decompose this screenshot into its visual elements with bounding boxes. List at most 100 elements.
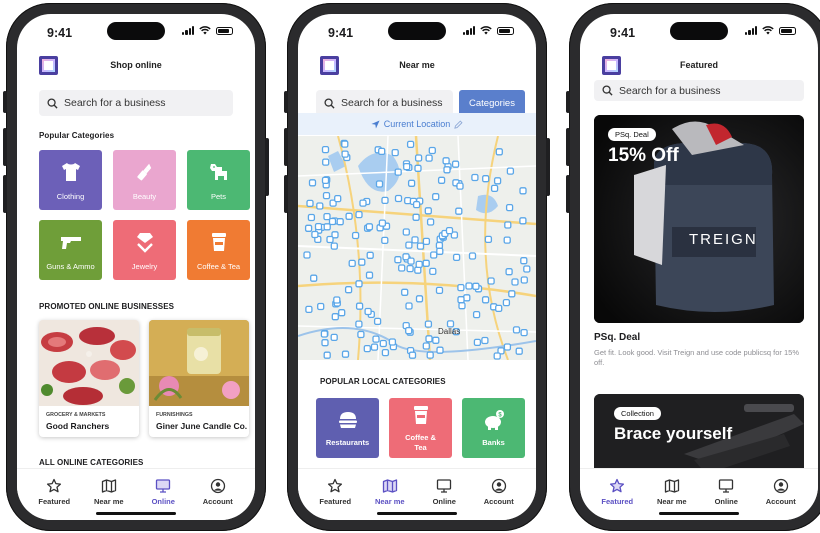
map-pin[interactable] — [414, 154, 423, 162]
map-pin[interactable] — [422, 237, 431, 246]
map-pin[interactable] — [355, 210, 363, 219]
map-pin[interactable] — [338, 309, 346, 317]
map-pin[interactable] — [379, 339, 387, 348]
map-pin[interactable] — [481, 296, 490, 304]
category-tile-beauty[interactable]: Beauty — [113, 150, 176, 210]
map-pin[interactable] — [442, 157, 450, 165]
map-pin[interactable] — [505, 203, 514, 212]
map-pin[interactable] — [341, 150, 349, 158]
map-pin[interactable] — [487, 277, 495, 285]
map-pin[interactable] — [365, 223, 374, 231]
map-pin[interactable] — [484, 235, 493, 244]
map-pin[interactable] — [330, 333, 338, 342]
map-pin[interactable] — [508, 290, 516, 298]
map-pin[interactable] — [493, 352, 501, 360]
deal-card[interactable]: PSq. Deal 15% Off TREIGN — [594, 115, 804, 323]
map-pin[interactable] — [306, 199, 314, 208]
map-pin[interactable] — [391, 148, 399, 157]
map-pin[interactable] — [381, 348, 390, 357]
map-pin[interactable] — [445, 226, 454, 235]
map-pin[interactable] — [406, 140, 415, 149]
map-pin[interactable] — [495, 148, 503, 156]
search-input[interactable]: Search for a business — [594, 80, 804, 101]
tab-account[interactable]: Account — [474, 469, 524, 520]
map-pin[interactable] — [481, 336, 489, 345]
map-pin[interactable] — [426, 351, 434, 359]
map-pin[interactable] — [432, 193, 440, 201]
map-pin[interactable] — [429, 267, 437, 276]
map-pin[interactable] — [502, 298, 511, 307]
map-pin[interactable] — [341, 350, 350, 358]
map-pin[interactable] — [333, 296, 341, 304]
category-tile-guns-ammo[interactable]: Guns & Ammo — [39, 220, 102, 280]
map-pin[interactable] — [482, 175, 490, 183]
map-pin[interactable] — [322, 191, 331, 200]
map-pin[interactable] — [422, 342, 430, 350]
map-pin[interactable] — [519, 217, 527, 225]
map-pin[interactable] — [490, 184, 499, 193]
map-pin[interactable] — [355, 280, 363, 288]
map-pin[interactable] — [394, 168, 402, 176]
map-pin[interactable] — [310, 274, 318, 282]
map-pin[interactable] — [388, 338, 397, 346]
current-location-bar[interactable]: Current Location — [298, 113, 536, 135]
map-pin[interactable] — [303, 251, 311, 259]
map-pin[interactable] — [363, 344, 371, 353]
map-pin[interactable] — [394, 194, 403, 203]
map-pin[interactable] — [378, 219, 387, 227]
map-pin[interactable] — [506, 167, 515, 175]
category-tile-clothing[interactable]: Clothing — [39, 150, 102, 210]
map-pin[interactable] — [408, 351, 417, 359]
map-pin[interactable] — [424, 207, 432, 215]
map-pin[interactable] — [394, 256, 402, 264]
map-pin[interactable] — [446, 320, 455, 328]
category-tile-jewelry[interactable]: Jewelry — [113, 220, 176, 280]
map-pin[interactable] — [323, 351, 331, 359]
map-pin[interactable] — [519, 187, 527, 195]
map-pin[interactable] — [375, 180, 384, 188]
promoted-card-giner-june-candle[interactable]: FURNISHINGS Giner June Candle Co. — [149, 320, 249, 437]
map-pin[interactable] — [373, 317, 382, 326]
map-pin[interactable] — [317, 302, 325, 311]
category-tile-pets[interactable]: Pets — [187, 150, 250, 210]
map-pin[interactable] — [503, 236, 511, 244]
map-pin[interactable] — [455, 207, 463, 215]
local-tile-banks[interactable]: $ Banks — [462, 398, 525, 458]
map-pin[interactable] — [370, 343, 379, 351]
map-pin[interactable] — [407, 257, 415, 265]
map-pin[interactable] — [520, 276, 528, 284]
map-pin[interactable] — [435, 286, 444, 295]
map-pin[interactable] — [468, 252, 477, 260]
map-pin[interactable] — [321, 339, 329, 347]
map-pin[interactable] — [425, 154, 433, 162]
map-pin[interactable] — [436, 247, 444, 255]
map-pin[interactable] — [341, 140, 349, 148]
map-pin[interactable] — [424, 320, 433, 328]
map-pin[interactable] — [451, 160, 460, 168]
map-pin[interactable] — [334, 194, 342, 203]
search-input[interactable]: Search for a business — [39, 90, 233, 116]
map-pin[interactable] — [452, 253, 461, 262]
map-pin[interactable] — [432, 336, 440, 344]
map-pin[interactable] — [426, 218, 435, 226]
map-pin[interactable] — [307, 213, 316, 222]
map-pin[interactable] — [316, 202, 324, 210]
map-pin[interactable] — [328, 217, 337, 226]
local-tile-coffee-tea[interactable]: Coffee & Tea — [389, 398, 452, 458]
category-tile-coffee-tea[interactable]: Coffee & Tea — [187, 220, 250, 280]
map-pin[interactable] — [403, 162, 411, 171]
map-pin[interactable] — [405, 302, 413, 310]
map-pin[interactable] — [443, 166, 451, 174]
tab-account[interactable]: Account — [193, 469, 243, 520]
map-pin[interactable] — [366, 251, 374, 259]
map-pin[interactable] — [311, 230, 319, 239]
map-pin[interactable] — [463, 294, 471, 302]
map-pin[interactable] — [412, 213, 420, 221]
local-tile-restaurants[interactable]: Restaurants — [316, 398, 379, 458]
map-pin[interactable] — [381, 236, 389, 245]
map-pin[interactable] — [465, 282, 473, 290]
map-pin[interactable] — [414, 164, 422, 172]
promoted-card-good-ranchers[interactable]: GROCERY & MARKETS Good Ranchers — [39, 320, 139, 437]
tab-featured[interactable]: Featured — [310, 469, 360, 520]
map-pin[interactable] — [321, 145, 330, 154]
